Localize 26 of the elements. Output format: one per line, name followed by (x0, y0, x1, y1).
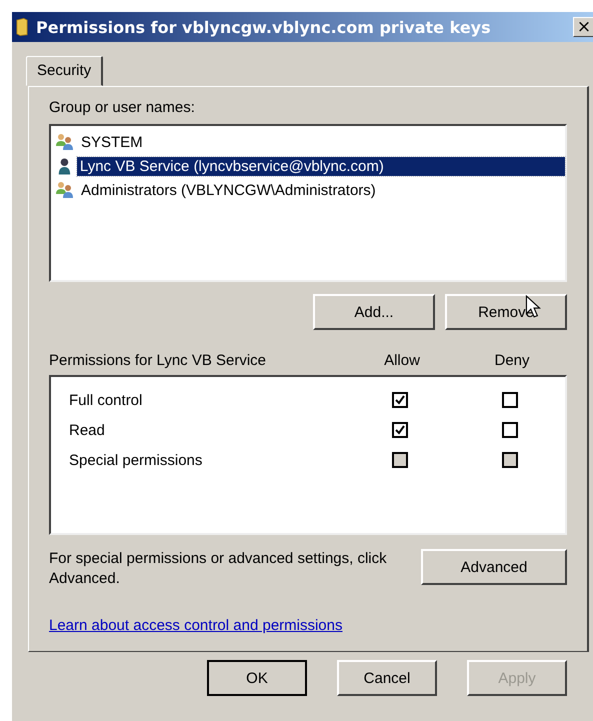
users-icon (55, 133, 75, 151)
dialog-button[interactable]: Add... (313, 294, 435, 330)
help-link[interactable]: Learn about access control and permissions (49, 617, 342, 634)
permission-name: Special permissions (69, 452, 204, 468)
tab[interactable]: Security (26, 56, 104, 86)
group-label: Group or user names: (49, 99, 196, 116)
advanced-button[interactable]: Advanced (421, 549, 567, 585)
close-button[interactable]: × (573, 17, 593, 37)
users-icon (55, 181, 75, 199)
column-header: Deny (493, 352, 531, 369)
user-list-item[interactable]: SYSTEM (78, 132, 146, 152)
advanced-note: For special permissions or advanced settings, click Advanced. (49, 549, 388, 589)
window-title: Permissions for vblyncgw.vblync.com private keys (36, 18, 492, 36)
checkbox[interactable] (502, 392, 518, 408)
checkbox[interactable] (392, 392, 408, 408)
checkbox[interactable] (392, 422, 408, 438)
dialog-button[interactable]: Cancel (337, 660, 437, 696)
permission-name: Read (69, 422, 106, 438)
dialog-button[interactable]: OK (207, 660, 307, 696)
column-header: Allow (383, 352, 421, 369)
user-list-item[interactable]: Lync VB Service (lyncvbservice@vblync.com) (76, 156, 565, 176)
permissions-label: Permissions for Lync VB Service (49, 352, 268, 369)
permission-name: Full control (69, 392, 144, 408)
user-list-item[interactable]: Administrators (VBLYNCGW\Administrators) (78, 180, 379, 200)
folder-icon (16, 17, 28, 37)
checkbox[interactable] (502, 422, 518, 438)
